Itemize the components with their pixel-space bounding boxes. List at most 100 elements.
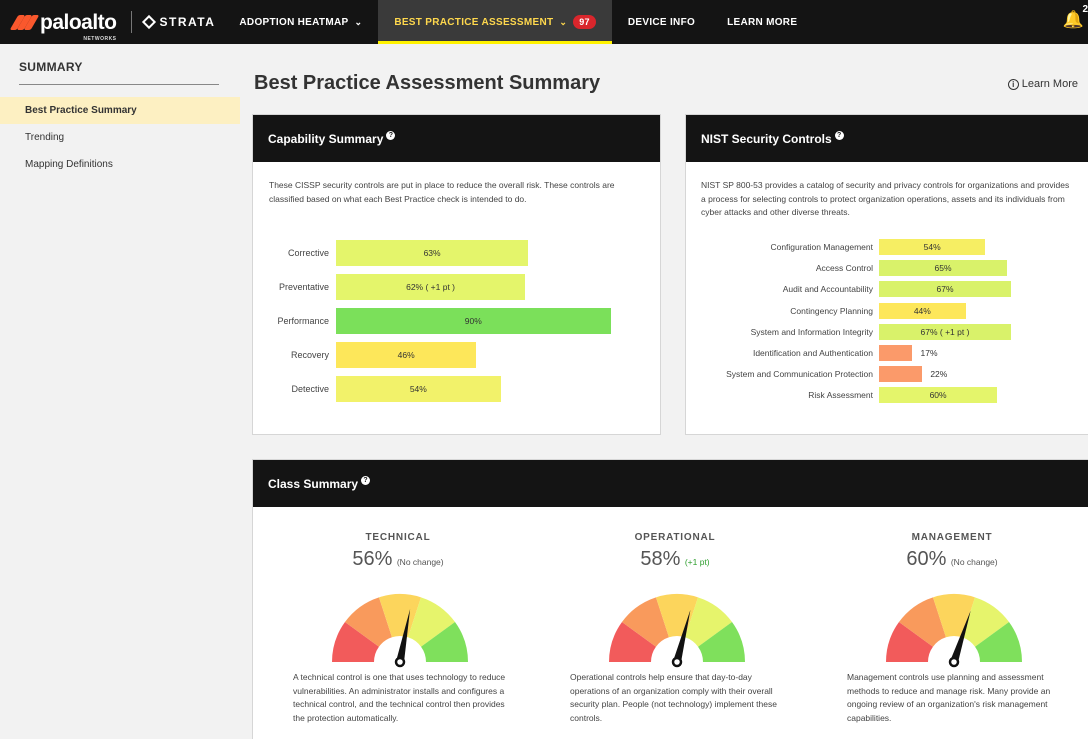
nist-row: Configuration Management 54%	[686, 239, 1088, 255]
nist-label: Risk Assessment	[808, 390, 873, 401]
capability-bar[interactable]: 90%	[336, 308, 611, 334]
capability-summary-card: Capability Summary? These CISSP security…	[252, 114, 661, 435]
class-description: Management controls use planning and ass…	[847, 672, 1051, 723]
card-title: Capability Summary	[268, 131, 384, 146]
capability-row: Detective 54%	[253, 376, 662, 402]
nist-row: Contingency Planning 44%	[686, 302, 1088, 319]
info-icon: i	[1007, 78, 1019, 90]
help-icon[interactable]: ?	[361, 476, 371, 485]
page-title: Best Practice Assessment Summary	[254, 72, 601, 94]
gauge-hub	[948, 656, 960, 668]
nist-value: 54%	[923, 242, 941, 252]
class-percent-value: 58%	[640, 548, 681, 570]
class-change: (No change)	[950, 557, 998, 567]
card-title: NIST Security Controls	[701, 131, 832, 146]
paloalto-logo-icon	[9, 13, 40, 31]
nist-row: System and Information Integrity 67% ( +1…	[686, 323, 1088, 340]
nist-label: Access Control	[815, 263, 873, 274]
nist-row: Audit and Accountability 67%	[686, 281, 1088, 298]
capability-label: Corrective	[287, 248, 329, 258]
capability-row: Corrective 63%	[253, 240, 662, 266]
nist-label: System and Information Integrity	[750, 326, 873, 337]
nist-value: 67%	[936, 284, 954, 295]
nist-value: 22%	[930, 369, 948, 380]
capability-label: Detective	[291, 384, 329, 394]
nist-label: Audit and Accountability	[782, 284, 873, 295]
card-title: Class Summary	[268, 476, 359, 491]
sidebar-item-best-practice-summary[interactable]: Best Practice Summary	[0, 97, 240, 124]
help-icon[interactable]: ?	[386, 131, 396, 140]
class-description: Operational controls help ensure that da…	[570, 672, 777, 723]
card-description: NIST SP 800-53 provides a catalog of sec…	[701, 180, 1070, 217]
nist-bar[interactable]	[879, 366, 923, 383]
chevron-down-icon: ⌄	[559, 16, 568, 27]
capability-label: Preventative	[278, 282, 329, 292]
sidebar-item-mapping-definitions[interactable]: Mapping Definitions	[0, 151, 240, 178]
strata-label: STRATA	[159, 15, 216, 29]
capability-bar[interactable]: 62% ( +1 pt )	[336, 274, 526, 300]
logo-text: paloalto NETWORKS	[40, 10, 117, 42]
class-percent: 56% (No change)	[288, 548, 508, 571]
capability-bar[interactable]: 63%	[336, 240, 529, 266]
gauge-chart	[886, 594, 1022, 668]
capability-bar[interactable]: 46%	[336, 342, 477, 368]
card-description: These CISSP security controls are put in…	[269, 180, 615, 204]
class-change: (No change)	[396, 557, 444, 567]
class-percent: 60% (No change)	[842, 548, 1062, 571]
class-percent-value: 60%	[906, 548, 947, 570]
class-name: TECHNICAL	[365, 532, 431, 543]
nav-label: ADOPTION HEATMAP	[239, 16, 349, 28]
capability-label: Performance	[277, 316, 329, 326]
class-name: MANAGEMENT	[911, 532, 993, 543]
nav-best-practice-assessment[interactable]: BEST PRACTICE ASSESSMENT ⌄ 97	[378, 0, 612, 44]
nist-value: 17%	[920, 348, 938, 358]
bell-icon[interactable]: 🔔	[1063, 10, 1084, 30]
capability-bar[interactable]: 54%	[336, 376, 501, 402]
top-nav: paloalto NETWORKS STRATA ADOPTION HEATMAP…	[0, 0, 1088, 44]
nist-value: 60%	[929, 390, 947, 401]
nav-learn-more[interactable]: LEARN MORE	[711, 0, 813, 44]
count-badge: 97	[573, 15, 596, 29]
nist-label: Identification and Authentication	[752, 348, 873, 358]
sidebar-title: SUMMARY	[19, 60, 83, 74]
nav-label: LEARN MORE	[727, 16, 798, 28]
nist-value: 67% ( +1 pt )	[920, 326, 970, 337]
sidebar-divider	[19, 84, 219, 85]
gauge-hub	[394, 656, 406, 668]
class-summary-card: Class Summary? TECHNICAL 56% (No change) A…	[252, 459, 1088, 739]
capability-row: Recovery 46%	[253, 342, 662, 368]
card-header: Class Summary?	[253, 460, 1088, 507]
capability-row: Performance 90%	[253, 308, 662, 334]
nist-row: Identification and Authentication 17%	[686, 345, 1088, 361]
nav-device-info[interactable]: DEVICE INFO	[612, 0, 711, 44]
card-header: Capability Summary?	[253, 115, 660, 162]
nist-row: System and Communication Protection 22%	[686, 366, 1088, 383]
nist-label: Contingency Planning	[790, 305, 873, 316]
help-icon[interactable]: ?	[834, 131, 844, 140]
class-description: A technical control is one that uses tec…	[293, 672, 506, 723]
nist-row: Risk Assessment 60%	[686, 387, 1088, 404]
nist-value: 65%	[934, 263, 952, 274]
nist-label: Configuration Management	[770, 242, 873, 252]
notification-count: 2	[1082, 4, 1088, 15]
gauge-hub	[671, 656, 683, 668]
nist-value: 44%	[913, 305, 931, 316]
sidebar-item-trending[interactable]: Trending	[0, 124, 240, 151]
nist-row: Access Control 65%	[686, 260, 1088, 277]
strata-logo[interactable]: STRATA	[141, 14, 216, 30]
sidebar: SUMMARY Best Practice Summary Trending M…	[0, 44, 240, 739]
capability-label: Recovery	[290, 350, 329, 360]
nist-bar[interactable]	[879, 345, 913, 361]
logo-divider	[130, 11, 132, 33]
nav-label: BEST PRACTICE ASSESSMENT	[394, 16, 554, 28]
class-percent-value: 56%	[352, 548, 393, 570]
gauge-chart	[609, 594, 745, 668]
gauge-chart	[332, 594, 468, 668]
nav-adoption-heatmap[interactable]: ADOPTION HEATMAP ⌄	[223, 0, 378, 44]
paloalto-logo[interactable]: paloalto NETWORKS	[0, 0, 117, 44]
learn-more-link[interactable]: i Learn More	[1007, 78, 1078, 90]
chevron-down-icon: ⌄	[354, 16, 363, 27]
nist-label: System and Communication Protection	[726, 369, 873, 380]
strata-icon	[141, 14, 156, 30]
class-name: OPERATIONAL	[634, 532, 716, 543]
